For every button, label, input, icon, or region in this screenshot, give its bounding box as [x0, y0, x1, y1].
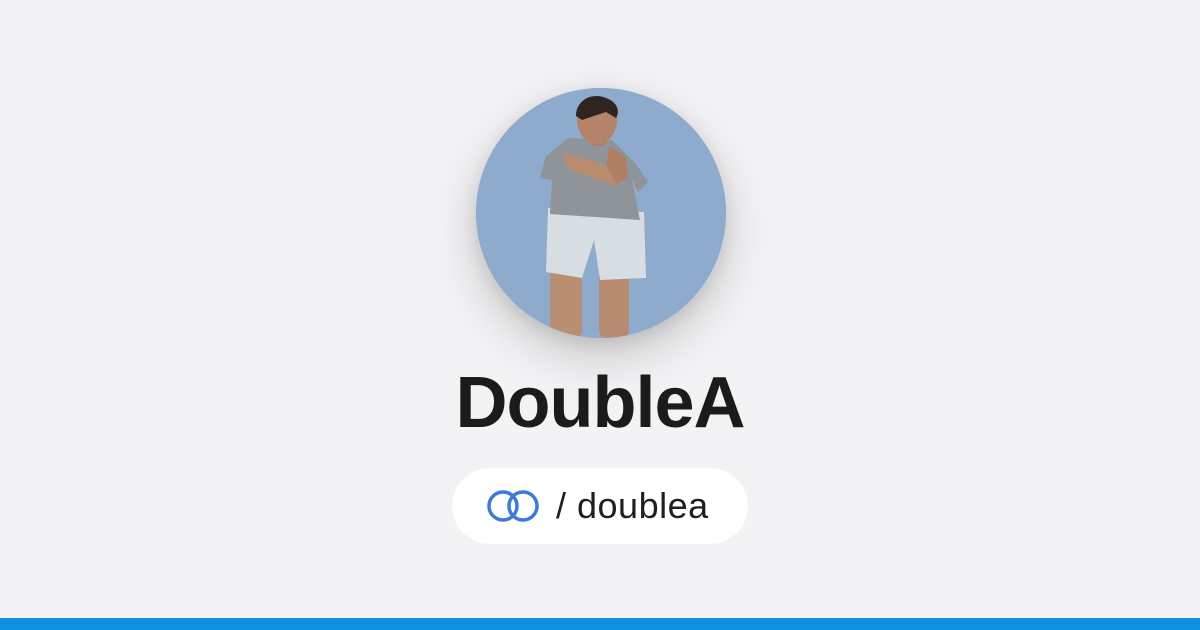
profile-card: DoubleA / doublea	[0, 0, 1200, 630]
profile-photo-icon	[476, 88, 726, 338]
handle-pill[interactable]: / doublea	[452, 468, 748, 544]
display-name: DoubleA	[455, 363, 746, 443]
bottom-accent-bar	[0, 618, 1200, 630]
avatar	[476, 88, 726, 338]
linked-rings-icon	[484, 488, 542, 524]
handle-text: / doublea	[556, 485, 709, 526]
